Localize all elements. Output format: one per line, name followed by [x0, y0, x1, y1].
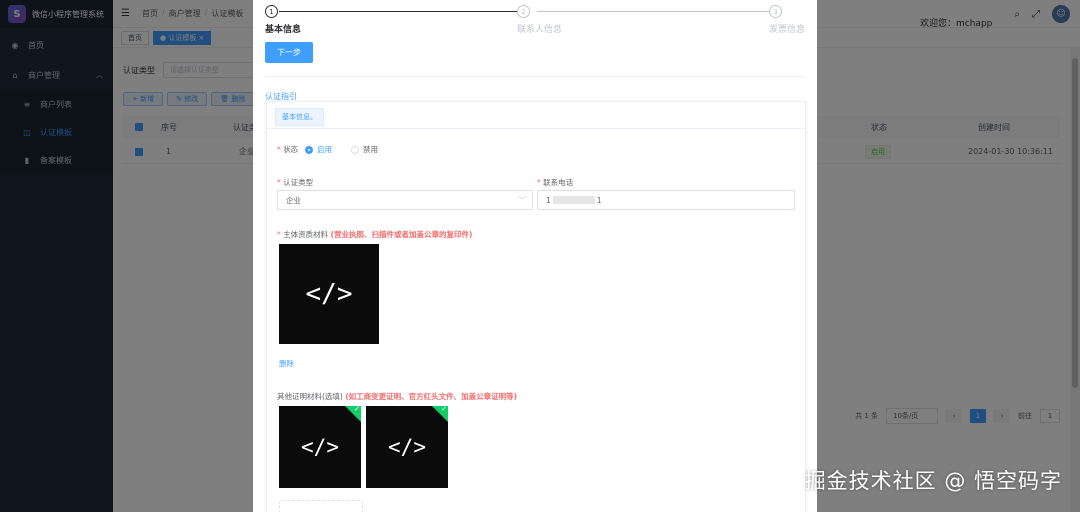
radio-label: 启用 — [317, 145, 332, 154]
auth-type-label-text: 认证类型 — [283, 178, 314, 187]
required-mark: * — [537, 178, 541, 187]
main-material-image[interactable]: </> — [279, 244, 379, 344]
required-mark: * — [277, 145, 281, 154]
code-icon: </> — [305, 279, 353, 309]
step-title-3: 发票信息 — [769, 25, 806, 35]
required-mark: * — [277, 230, 281, 239]
code-icon: </> — [301, 435, 339, 459]
step-circle-3: 3 — [769, 5, 782, 18]
status-label: * 状态 — [277, 144, 298, 155]
other-material-image[interactable]: </> ✓ — [279, 405, 361, 488]
radio-checked-icon — [305, 145, 313, 154]
step-title-1: 基本信息 — [265, 25, 302, 35]
card-tag: 基本信息。 — [275, 108, 324, 126]
other-material-image[interactable]: </> ✓ — [366, 405, 448, 488]
other-material-hint: (如工商变更证明、官方红头文件、加盖公章证明等) — [345, 392, 518, 401]
other-material-label-text: 其他证明材料(选填) — [277, 392, 343, 401]
phone-suffix: 1 — [596, 195, 602, 205]
phone-label-text: 联系电话 — [543, 178, 574, 187]
status-radio-disabled[interactable]: 禁用 — [351, 144, 378, 155]
delete-image-link[interactable]: 删除 — [279, 358, 294, 369]
chevron-down-icon: ﹀ — [518, 195, 526, 205]
steps: 1 2 3 基本信息 联系人信息 发票信息 — [265, 5, 805, 41]
step-circle-1: 1 — [265, 5, 278, 18]
step-circle-2: 2 — [517, 5, 530, 18]
other-material-label: 其他证明材料(选填) (如工商变更证明、官方红头文件、加盖公章证明等) — [277, 391, 517, 402]
radio-label: 禁用 — [363, 145, 378, 154]
phone-prefix: 1 — [546, 195, 551, 205]
watermark: 掘金技术社区 @ 悟空码字 — [804, 469, 1062, 493]
status-label-text: 状态 — [283, 145, 299, 154]
divider — [267, 128, 805, 129]
step-connector — [279, 11, 519, 12]
next-step-button[interactable]: 下一步 — [265, 42, 313, 63]
check-icon: ✓ — [354, 405, 360, 413]
check-icon: ✓ — [441, 405, 447, 413]
phone-input[interactable]: 1 1 — [537, 190, 795, 210]
upload-area[interactable] — [279, 500, 363, 512]
auth-type-select[interactable]: 企业 ﹀ — [277, 190, 533, 210]
step-connector — [537, 11, 773, 12]
main-material-label: * 主体资质材料 (营业执照、扫描件或者加盖公章的复印件) — [277, 229, 472, 240]
code-icon: </> — [388, 435, 426, 459]
auth-template-dialog: 1 2 3 基本信息 联系人信息 发票信息 下一步 认证指引 基本信息。 * 状… — [253, 0, 817, 512]
required-mark: * — [277, 178, 281, 187]
step-title-2: 联系人信息 — [517, 25, 563, 35]
masked-phone-digits — [552, 196, 595, 204]
phone-label: * 联系电话 — [537, 177, 573, 188]
basic-info-card: 基本信息。 * 状态 启用 禁用 * 认证类型 * 联系电话 企业 ﹀ 1 1 … — [266, 101, 806, 512]
main-material-hint: (营业执照、扫描件或者加盖公章的复印件) — [330, 230, 473, 239]
main-material-label-text: 主体资质材料 — [283, 230, 329, 239]
status-radio-enabled[interactable]: 启用 — [305, 144, 332, 155]
auth-type-value: 企业 — [286, 195, 301, 205]
auth-type-label: * 认证类型 — [277, 177, 313, 188]
radio-unchecked-icon — [351, 145, 359, 154]
divider — [265, 76, 805, 77]
